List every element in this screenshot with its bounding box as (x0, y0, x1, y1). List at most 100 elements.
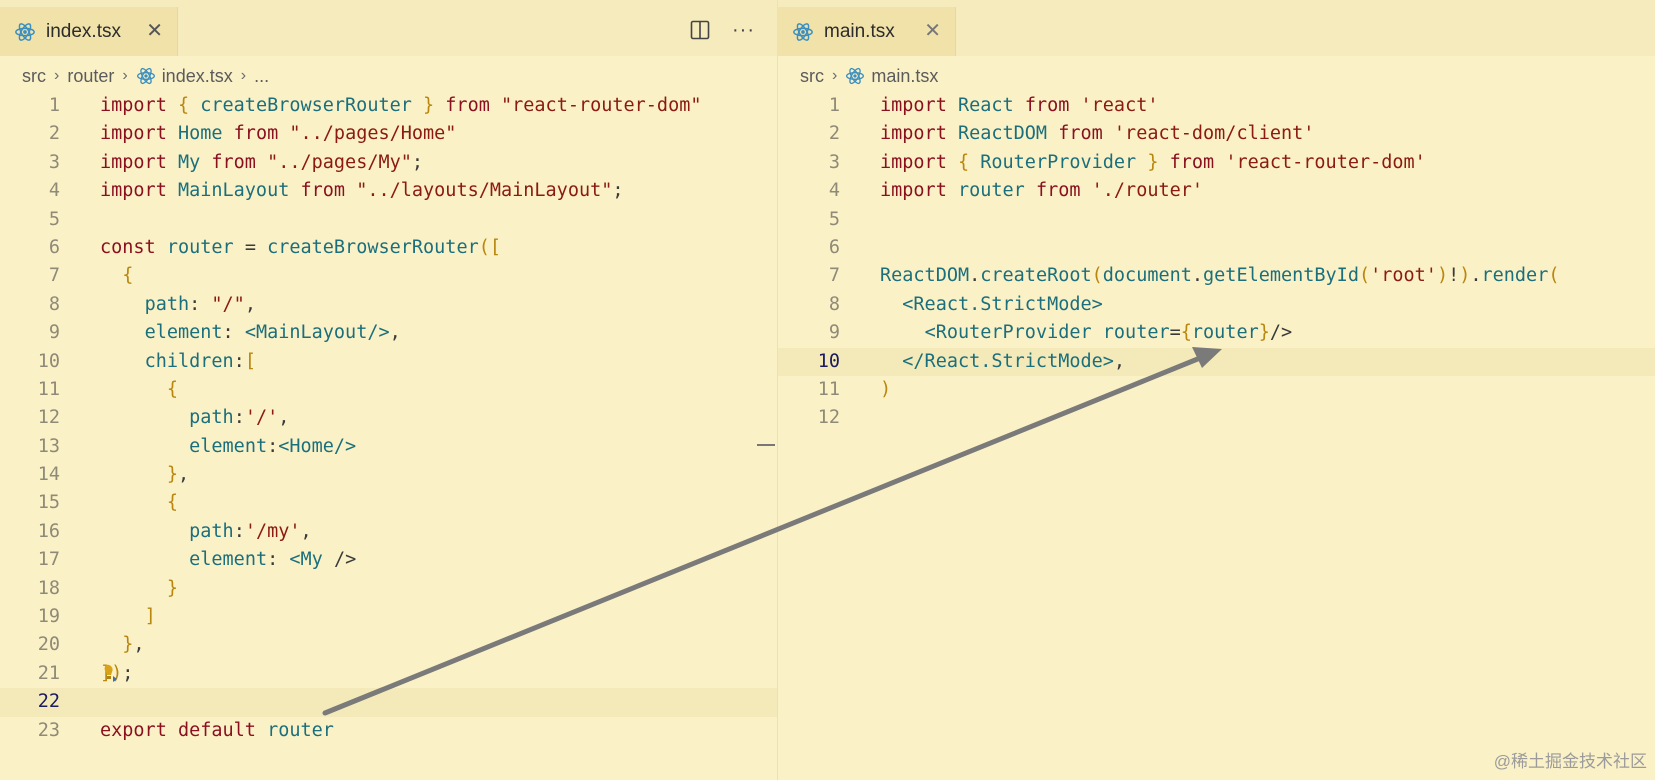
code-line[interactable]: 9 element: <MainLayout/>, (0, 319, 777, 347)
code-text: { (122, 265, 134, 287)
code-line[interactable]: 2 import ReactDOM from 'react-dom/client' (778, 120, 1655, 148)
line-number: 20 (37, 634, 60, 656)
editor-actions: ··· (690, 20, 755, 40)
line-number: 11 (817, 378, 840, 400)
code-text: import ReactDOM from 'react-dom/client' (880, 123, 1315, 145)
code-line[interactable]: 10 children:[ (0, 348, 777, 376)
line-number: 23 (37, 719, 60, 741)
code-line[interactable]: 22 (0, 688, 777, 717)
line-number: 8 (48, 293, 60, 315)
code-line[interactable]: 20 }, (0, 631, 777, 659)
code-editor-right[interactable]: 1 import React from 'react' 2 import ReactD… (778, 92, 1655, 433)
watermark: @稀土掘金技术社区 (1493, 752, 1647, 771)
close-icon[interactable]: ✕ (924, 21, 941, 41)
line-number: 9 (48, 322, 60, 344)
code-text: ) (880, 378, 892, 400)
line-number: 10 (37, 350, 60, 372)
code-line[interactable]: 1 import React from 'react' (778, 92, 1655, 120)
code-line[interactable]: 3 import { RouterProvider } from 'react-r… (778, 149, 1655, 177)
code-line[interactable]: 16 path:'/my', (0, 518, 777, 546)
line-number: 1 (48, 95, 60, 116)
code-text: element: <MainLayout/>, (144, 322, 401, 344)
line-number: 2 (48, 123, 60, 145)
code-text: path:'/my', (189, 520, 312, 542)
code-line[interactable]: 7 { (0, 262, 777, 290)
close-icon[interactable]: ✕ (146, 21, 163, 41)
code-text: import React from 'react' (880, 95, 1159, 116)
react-icon (846, 67, 865, 85)
line-number: 21 (37, 662, 60, 684)
code-text: <React.StrictMode> (902, 293, 1103, 315)
line-number: 4 (828, 180, 840, 202)
code-text: element:<Home/> (189, 435, 357, 457)
code-editor-left[interactable]: 1 import { createBrowserRouter } from "re… (0, 92, 777, 745)
code-line[interactable]: 7 ReactDOM.createRoot(document.getElement… (778, 262, 1655, 290)
code-line[interactable]: 3 import My from "../pages/My"; (0, 149, 777, 177)
line-number: 12 (817, 407, 840, 429)
code-text: } (166, 577, 178, 599)
line-number: 11 (37, 378, 60, 400)
code-line[interactable]: 12 path:'/', (0, 404, 777, 432)
code-line[interactable]: 4 import router from './router' (778, 177, 1655, 205)
line-number: 12 (37, 407, 60, 429)
code-line[interactable]: 1 import { createBrowserRouter } from "re… (0, 92, 777, 120)
code-line[interactable]: 8 path: "/", (0, 291, 777, 319)
code-line[interactable]: 18 } (0, 575, 777, 603)
breadcrumb: src › router › index.tsx › ... (22, 64, 269, 88)
tab-label: main.tsx (824, 20, 895, 42)
code-text: </React.StrictMode>, (902, 350, 1126, 372)
code-line[interactable]: 9 <RouterProvider router={router}/> (778, 319, 1655, 347)
code-line[interactable]: 11) (778, 376, 1655, 404)
breadcrumb-item-src[interactable]: src (22, 66, 46, 87)
code-line[interactable]: 19 ] (0, 603, 777, 631)
code-line[interactable]: 15 { (0, 489, 777, 517)
code-text: { (166, 378, 178, 400)
code-line[interactable]: 13 element:<Home/> (0, 433, 777, 461)
tab-main-tsx[interactable]: main.tsx ✕ (778, 7, 956, 56)
tab-label: index.tsx (46, 20, 121, 42)
code-text: const router = createBrowserRouter([ (100, 236, 501, 258)
code-line[interactable]: 6 (778, 234, 1655, 262)
line-number: 15 (37, 492, 60, 514)
code-text: export default router (100, 719, 334, 741)
breadcrumb-item-src[interactable]: src (800, 66, 824, 87)
code-line[interactable]: 12 (778, 404, 1655, 432)
line-number: 6 (48, 236, 60, 258)
react-icon (15, 22, 35, 41)
code-line[interactable]: 17 element: <My /> (0, 546, 777, 574)
code-line[interactable]: 5 (778, 206, 1655, 234)
code-line[interactable]: 11 { (0, 376, 777, 404)
code-line[interactable]: 4 import MainLayout from "../layouts/Main… (0, 177, 777, 205)
code-text: ReactDOM.createRoot(document.getElementB… (880, 265, 1560, 287)
code-line[interactable]: 5 (0, 206, 777, 234)
breadcrumb-item-router[interactable]: router (67, 66, 114, 87)
code-line[interactable]: 14 }, (0, 461, 777, 489)
code-line[interactable]: 8 <React.StrictMode> (778, 291, 1655, 319)
react-icon (793, 22, 813, 41)
line-number: 1 (828, 95, 840, 116)
breadcrumb: src › main.tsx (800, 64, 938, 88)
code-line[interactable]: 23 export default router (0, 717, 777, 745)
breadcrumb-item-file[interactable]: index.tsx (162, 66, 233, 87)
code-text: import { createBrowserRouter } from "rea… (100, 95, 702, 116)
code-text: ] (144, 606, 156, 628)
chevron-right-icon: › (54, 67, 60, 84)
right-tab-bar: main.tsx ✕ (778, 0, 1655, 56)
line-number: 22 (37, 691, 60, 713)
breadcrumb-item-file[interactable]: main.tsx (871, 66, 938, 87)
code-text: }, (166, 464, 190, 486)
split-editor-icon[interactable] (690, 20, 710, 40)
left-tab-bar: index.tsx ✕ ··· (0, 0, 777, 56)
more-actions-icon[interactable]: ··· (732, 20, 755, 40)
code-text: }, (122, 634, 145, 656)
lightbulb-icon[interactable] (98, 662, 120, 684)
code-line[interactable]: 10 </React.StrictMode>, (778, 347, 1655, 376)
code-line[interactable]: 6 const router = createBrowserRouter([ (0, 234, 777, 262)
breadcrumb-item-symbol[interactable]: ... (254, 66, 269, 87)
code-line[interactable]: 2 import Home from "../pages/Home" (0, 120, 777, 148)
sash-handle[interactable] (757, 444, 775, 446)
tab-index-tsx[interactable]: index.tsx ✕ (0, 7, 178, 56)
code-text: path: "/", (144, 293, 256, 315)
line-number: 16 (37, 520, 60, 542)
code-text: import Home from "../pages/Home" (100, 123, 457, 145)
